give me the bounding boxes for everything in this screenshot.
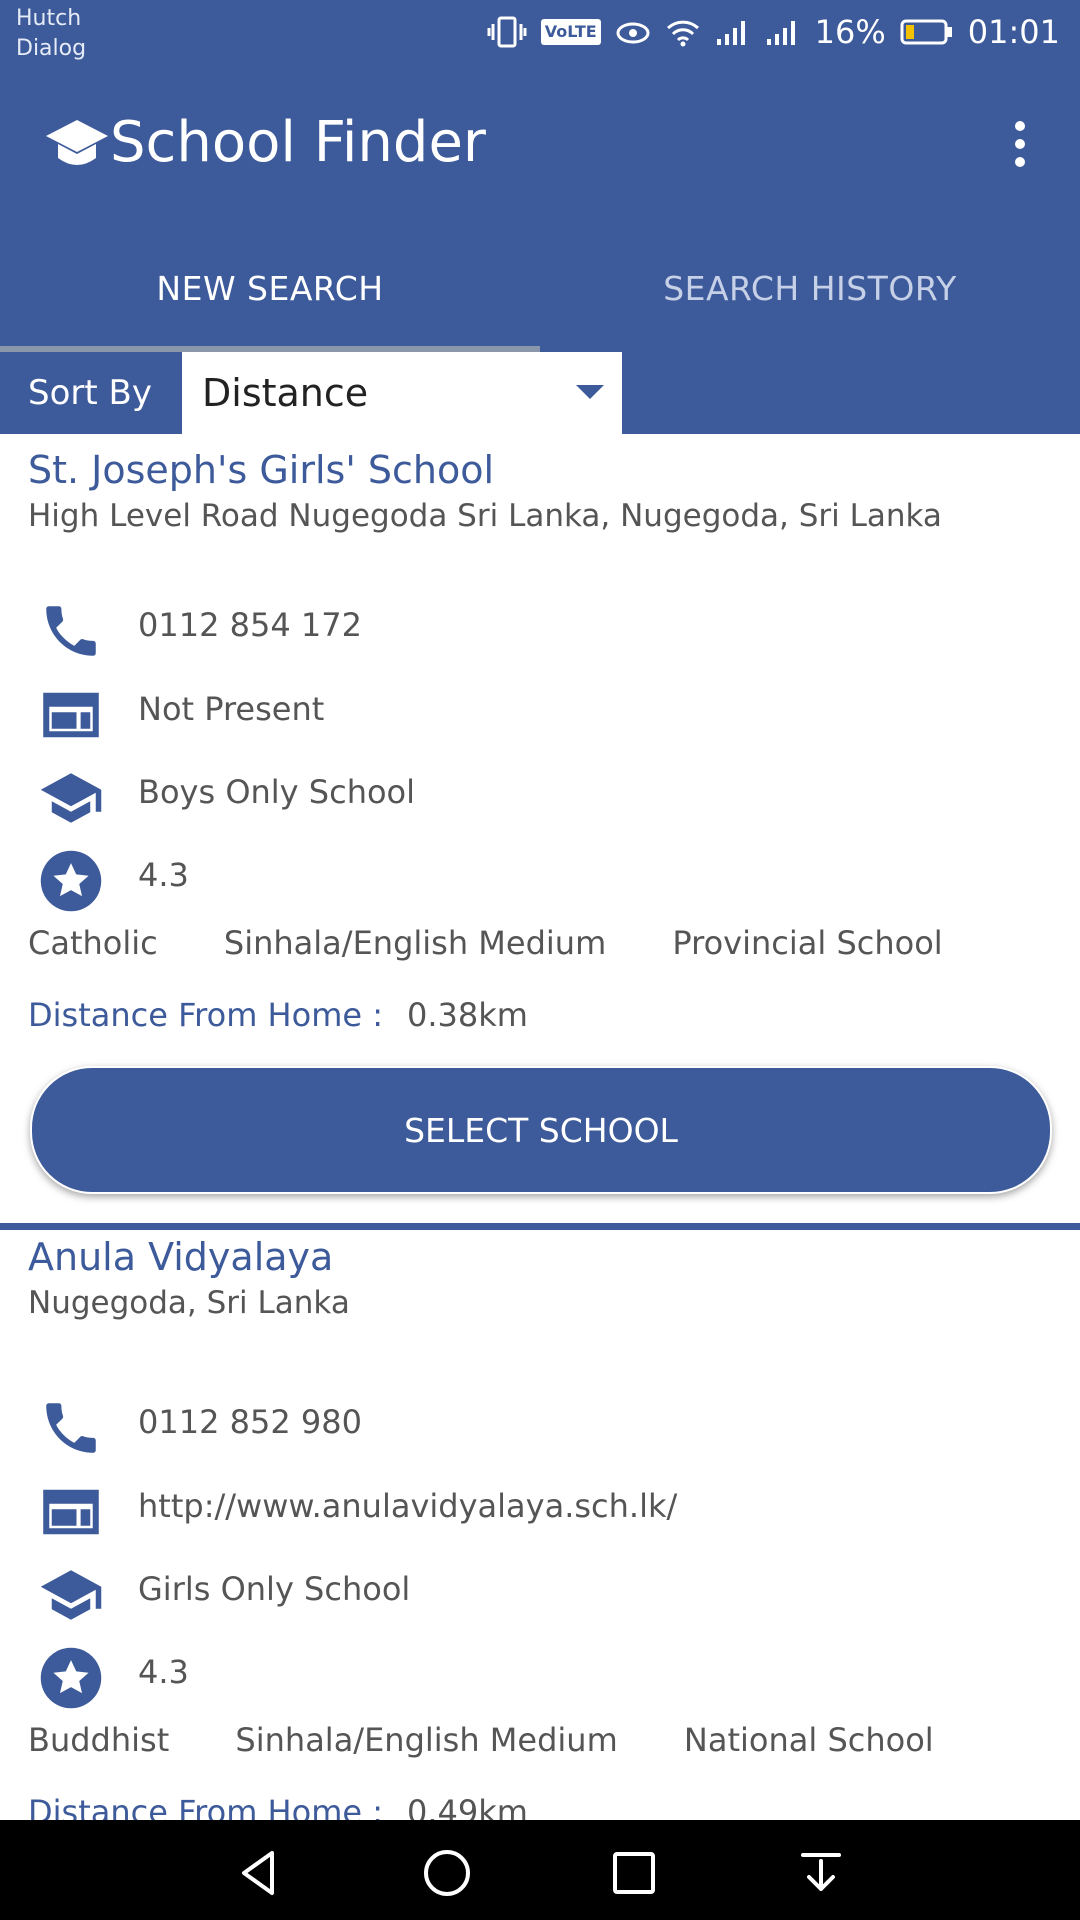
school-card: St. Joseph's Girls' School High Level Ro… — [0, 434, 1080, 1230]
school-name: Anula Vidyalaya — [28, 1235, 334, 1279]
website-text: Not Present — [138, 690, 325, 728]
wifi-icon — [666, 20, 699, 47]
system-nav-bar — [0, 1820, 1080, 1920]
notification-shade-icon[interactable] — [793, 1845, 849, 1901]
phone-icon — [46, 606, 96, 656]
battery-percent: 16% — [814, 13, 886, 51]
tab-search-history[interactable]: SEARCH HISTORY — [540, 224, 1080, 352]
clock: 01:01 — [967, 13, 1060, 51]
signal-icon-2 — [766, 21, 795, 45]
phone-number: 0112 852 980 — [138, 1403, 362, 1441]
school-address: High Level Road Nugegoda Sri Lanka, Nuge… — [28, 498, 942, 534]
web-icon — [43, 692, 99, 738]
card-divider — [0, 1223, 1080, 1230]
distance-row: Distance From Home : 0.38km — [28, 990, 528, 1040]
religion-tag: Buddhist — [28, 1721, 170, 1759]
vibrate-icon — [487, 16, 527, 48]
phone-row[interactable]: 0112 854 172 — [0, 590, 1080, 660]
chevron-down-icon — [576, 385, 604, 399]
home-icon[interactable] — [419, 1845, 475, 1901]
school-icon — [40, 773, 102, 823]
phone-number: 0112 854 172 — [138, 606, 362, 644]
carrier-label: Hutch Dialog — [16, 4, 86, 64]
tab-bar: NEW SEARCH SEARCH HISTORY — [0, 224, 1080, 352]
status-icons: VoLTE 16% 01:01 — [487, 10, 1060, 54]
school-type: Boys Only School — [138, 773, 416, 811]
website-link[interactable]: http://www.anulavidyalaya.sch.lk/ — [138, 1471, 677, 1541]
sort-value: Distance — [202, 371, 369, 415]
graduation-cap-icon — [46, 120, 108, 165]
medium-tag: Sinhala/English Medium — [223, 924, 607, 962]
school-card: Anula Vidyalaya Nugegoda, Sri Lanka 0112… — [0, 1231, 1080, 1820]
web-icon — [43, 1489, 99, 1535]
rating-value: 4.3 — [138, 856, 189, 894]
school-type: Girls Only School — [138, 1570, 411, 1608]
distance-value: 0.38km — [407, 996, 528, 1034]
sort-bar: Sort By Distance — [0, 352, 1080, 434]
status-bar: Hutch Dialog VoLTE 16% 01:01 — [0, 0, 1080, 64]
school-address: Nugegoda, Sri Lanka — [28, 1285, 350, 1321]
carrier-line-2: Dialog — [16, 36, 87, 61]
category-tag: Provincial School — [672, 924, 943, 962]
signal-icon-1 — [716, 21, 745, 45]
distance-row: Distance From Home : 0.49km — [28, 1787, 528, 1820]
school-tags: Buddhist Sinhala/English Medium National… — [28, 1715, 934, 1765]
rating-value: 4.3 — [138, 1653, 189, 1691]
distance-label: Distance From Home : — [28, 1793, 383, 1820]
school-type-row: Girls Only School — [0, 1554, 1080, 1624]
app-bar: School Finder — [0, 64, 1080, 224]
phone-icon — [46, 1403, 96, 1453]
app-title: School Finder — [110, 110, 486, 175]
recents-icon[interactable] — [606, 1845, 662, 1901]
carrier-line-1: Hutch — [16, 6, 82, 31]
battery-icon — [900, 19, 952, 45]
category-tag: National School — [683, 1721, 934, 1759]
back-icon[interactable] — [232, 1845, 288, 1901]
school-type-row: Boys Only School — [0, 757, 1080, 827]
sort-label: Sort By — [28, 373, 152, 413]
religion-tag: Catholic — [28, 924, 158, 962]
sort-dropdown[interactable]: Distance — [182, 352, 622, 434]
website-row[interactable]: http://www.anulavidyalaya.sch.lk/ — [0, 1471, 1080, 1541]
medium-tag: Sinhala/English Medium — [235, 1721, 618, 1759]
website-row: Not Present — [0, 674, 1080, 744]
rating-row: 4.3 — [0, 1637, 1080, 1709]
select-school-button[interactable]: SELECT SCHOOL — [30, 1066, 1052, 1194]
rating-row: 4.3 — [0, 840, 1080, 912]
distance-label: Distance From Home : — [28, 996, 383, 1034]
school-tags: Catholic Sinhala/English Medium Provinci… — [28, 918, 943, 968]
volte-icon: VoLTE — [540, 19, 601, 45]
eye-icon — [616, 22, 650, 44]
school-name: St. Joseph's Girls' School — [28, 448, 495, 492]
star-icon — [40, 850, 102, 912]
phone-row[interactable]: 0112 852 980 — [0, 1387, 1080, 1457]
distance-value: 0.49km — [407, 1793, 528, 1820]
tab-new-search[interactable]: NEW SEARCH — [0, 224, 540, 352]
school-icon — [40, 1570, 102, 1620]
star-icon — [40, 1647, 102, 1709]
more-vert-icon[interactable] — [1010, 119, 1030, 169]
